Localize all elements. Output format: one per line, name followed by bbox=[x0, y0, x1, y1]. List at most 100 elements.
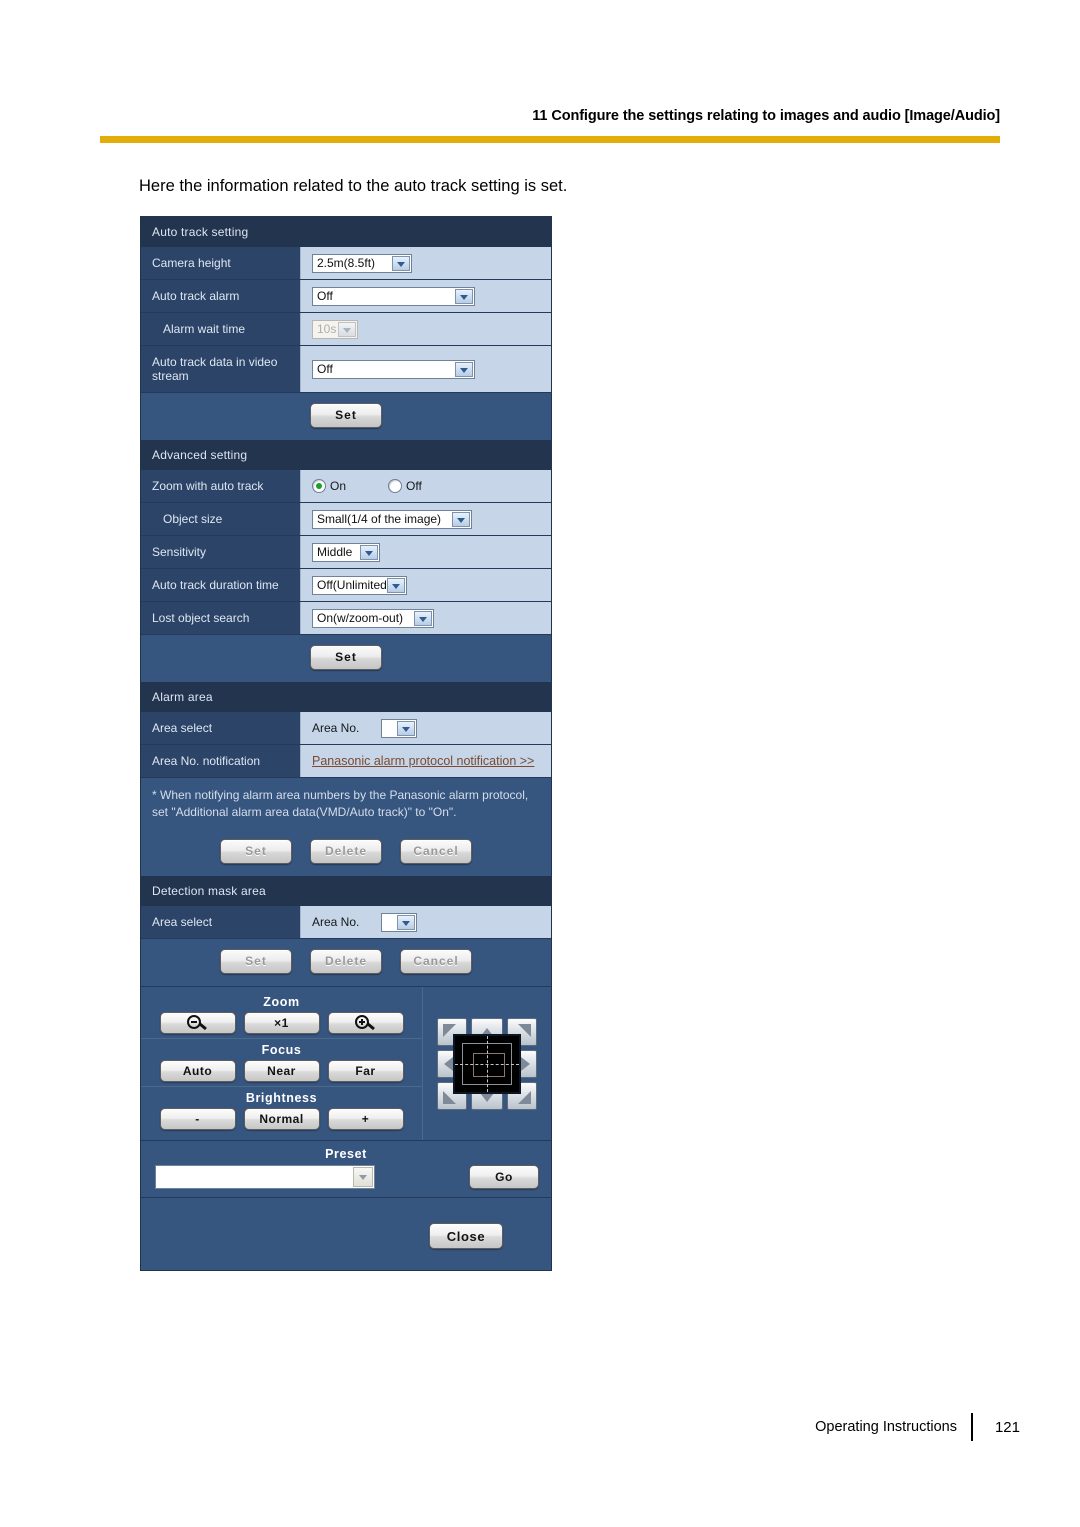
live-image-preview[interactable] bbox=[453, 1033, 521, 1094]
chevron-down-icon bbox=[353, 1167, 373, 1187]
header-rule bbox=[100, 136, 1000, 143]
zoom-with-auto-track-radio-group: On Off bbox=[312, 479, 464, 493]
intro-text: Here the information related to the auto… bbox=[139, 177, 568, 195]
set-button-detection-mask-area[interactable]: Set bbox=[220, 949, 292, 974]
detection-mask-area-buttonbar: Set Delete Cancel bbox=[141, 939, 551, 986]
auto-track-setting-buttonbar: Set bbox=[141, 393, 551, 440]
lost-object-search-select[interactable]: On(w/zoom-out) bbox=[312, 608, 434, 628]
row-detection-mask-area-select: Area select Area No. bbox=[141, 906, 551, 939]
zoom-out-button[interactable] bbox=[159, 1012, 236, 1034]
delete-button-detection-mask-area[interactable]: Delete bbox=[310, 949, 382, 974]
brightness-plus-button[interactable]: + bbox=[327, 1108, 404, 1130]
advanced-setting-buttonbar: Set bbox=[141, 635, 551, 682]
row-camera-height: Camera height 2.5m(8.5ft) bbox=[141, 247, 551, 280]
label-zoom-with-auto-track: Zoom with auto track bbox=[141, 470, 301, 502]
focus-group-title: Focus bbox=[261, 1043, 302, 1057]
chevron-down-icon bbox=[414, 610, 432, 626]
preview-inner-frame bbox=[473, 1052, 505, 1077]
ptz-button-columns: Zoom ×1 Focus Auto Near Far Brightness -… bbox=[141, 987, 423, 1140]
row-object-size: Object size Small(1/4 of the image) bbox=[141, 503, 551, 536]
set-button-auto-track-setting[interactable]: Set bbox=[310, 403, 382, 428]
preset-area: Preset Go bbox=[141, 1140, 551, 1197]
auto-track-alarm-value: Off bbox=[317, 288, 333, 303]
value-sensitivity: Middle bbox=[301, 536, 551, 568]
label-object-size: Object size bbox=[141, 503, 301, 535]
value-auto-track-data-in-video-stream: Off bbox=[301, 346, 551, 392]
auto-track-alarm-select[interactable]: Off bbox=[312, 286, 475, 306]
value-lost-object-search: On(w/zoom-out) bbox=[301, 602, 551, 634]
alarm-wait-time-select[interactable]: 10s bbox=[312, 319, 358, 339]
page-header-title: 11 Configure the settings relating to im… bbox=[532, 108, 1000, 124]
section-header-alarm-area: Alarm area bbox=[141, 682, 551, 712]
camera-height-select[interactable]: 2.5m(8.5ft) bbox=[312, 253, 412, 273]
zoom-group-title: Zoom bbox=[263, 995, 300, 1009]
zoom-reset-button[interactable]: ×1 bbox=[243, 1012, 320, 1034]
detection-mask-area-no-select[interactable] bbox=[381, 912, 418, 932]
row-alarm-wait-time: Alarm wait time 10s bbox=[141, 313, 551, 346]
focus-control-group: Focus Auto Near Far bbox=[141, 1039, 422, 1087]
close-button[interactable]: Close bbox=[429, 1223, 503, 1249]
preset-select[interactable] bbox=[155, 1165, 375, 1189]
row-alarm-area-select: Area select Area No. bbox=[141, 712, 551, 745]
row-sensitivity: Sensitivity Middle bbox=[141, 536, 551, 569]
focus-near-button[interactable]: Near bbox=[243, 1060, 320, 1082]
cancel-button-alarm-area[interactable]: Cancel bbox=[400, 839, 472, 864]
value-alarm-area-select: Area No. bbox=[301, 712, 551, 744]
chevron-down-icon bbox=[387, 577, 405, 593]
row-area-no-notification: Area No. notification Panasonic alarm pr… bbox=[141, 745, 551, 778]
brightness-minus-button[interactable]: - bbox=[159, 1108, 236, 1130]
focus-auto-button[interactable]: Auto bbox=[159, 1060, 236, 1082]
row-lost-object-search: Lost object search On(w/zoom-out) bbox=[141, 602, 551, 635]
preset-title: Preset bbox=[325, 1147, 367, 1161]
row-auto-track-alarm: Auto track alarm Off bbox=[141, 280, 551, 313]
cancel-button-detection-mask-area[interactable]: Cancel bbox=[400, 949, 472, 974]
value-detection-mask-area-select: Area No. bbox=[301, 906, 551, 938]
label-sensitivity: Sensitivity bbox=[141, 536, 301, 568]
arrow-right-icon bbox=[521, 1056, 530, 1071]
delete-button-alarm-area[interactable]: Delete bbox=[310, 839, 382, 864]
chevron-down-icon bbox=[397, 720, 416, 736]
section-header-auto-track-setting: Auto track setting bbox=[141, 217, 551, 247]
sensitivity-select[interactable]: Middle bbox=[312, 542, 380, 562]
radio-zoom-with-auto-track-off[interactable]: Off bbox=[388, 479, 422, 493]
value-auto-track-alarm: Off bbox=[301, 280, 551, 312]
footer-divider bbox=[970, 1413, 973, 1441]
panasonic-alarm-protocol-notification-link[interactable]: Panasonic alarm protocol notification >> bbox=[312, 754, 534, 768]
set-button-advanced-setting[interactable]: Set bbox=[310, 645, 382, 670]
brightness-group-title: Brightness bbox=[245, 1091, 318, 1105]
focus-buttons: Auto Near Far bbox=[141, 1060, 422, 1082]
set-button-alarm-area[interactable]: Set bbox=[220, 839, 292, 864]
zoom-in-button[interactable] bbox=[327, 1012, 404, 1034]
label-auto-track-data-in-video-stream: Auto track data in video stream bbox=[141, 346, 301, 392]
label-alarm-wait-time: Alarm wait time bbox=[141, 313, 301, 345]
value-auto-track-duration-time: Off(Unlimited) bbox=[301, 569, 551, 601]
page-footer: Operating Instructions 121 bbox=[815, 1413, 1020, 1441]
alarm-area-no-select[interactable] bbox=[381, 718, 418, 738]
radio-zoom-with-auto-track-on[interactable]: On bbox=[312, 479, 346, 493]
focus-far-button[interactable]: Far bbox=[327, 1060, 404, 1082]
detection-mask-area-no-label: Area No. bbox=[312, 915, 360, 929]
preset-go-button[interactable]: Go bbox=[469, 1165, 539, 1189]
value-area-no-notification: Panasonic alarm protocol notification >> bbox=[301, 745, 551, 777]
brightness-normal-button[interactable]: Normal bbox=[243, 1108, 320, 1130]
auto-track-data-value: Off bbox=[317, 361, 333, 376]
lost-object-search-value: On(w/zoom-out) bbox=[317, 610, 404, 625]
chevron-down-icon bbox=[455, 288, 473, 304]
radio-label-off: Off bbox=[406, 479, 422, 493]
radio-label-on: On bbox=[330, 479, 347, 493]
object-size-select[interactable]: Small(1/4 of the image) bbox=[312, 509, 472, 529]
section-header-advanced-setting: Advanced setting bbox=[141, 440, 551, 470]
alarm-area-note-line1: * When notifying alarm area numbers by t… bbox=[152, 788, 529, 802]
sensitivity-value: Middle bbox=[317, 544, 353, 559]
auto-track-duration-time-select[interactable]: Off(Unlimited) bbox=[312, 575, 407, 595]
radio-selected-icon bbox=[312, 479, 326, 493]
value-camera-height: 2.5m(8.5ft) bbox=[301, 247, 551, 279]
preset-row: Go bbox=[141, 1165, 551, 1189]
zoom-in-icon bbox=[353, 1015, 379, 1031]
alarm-area-no-label: Area No. bbox=[312, 721, 360, 735]
auto-track-data-select[interactable]: Off bbox=[312, 359, 475, 379]
radio-unselected-icon bbox=[388, 479, 403, 493]
label-alarm-area-select: Area select bbox=[141, 712, 301, 744]
object-size-value: Small(1/4 of the image) bbox=[317, 511, 442, 526]
brightness-buttons: - Normal + bbox=[141, 1108, 422, 1130]
